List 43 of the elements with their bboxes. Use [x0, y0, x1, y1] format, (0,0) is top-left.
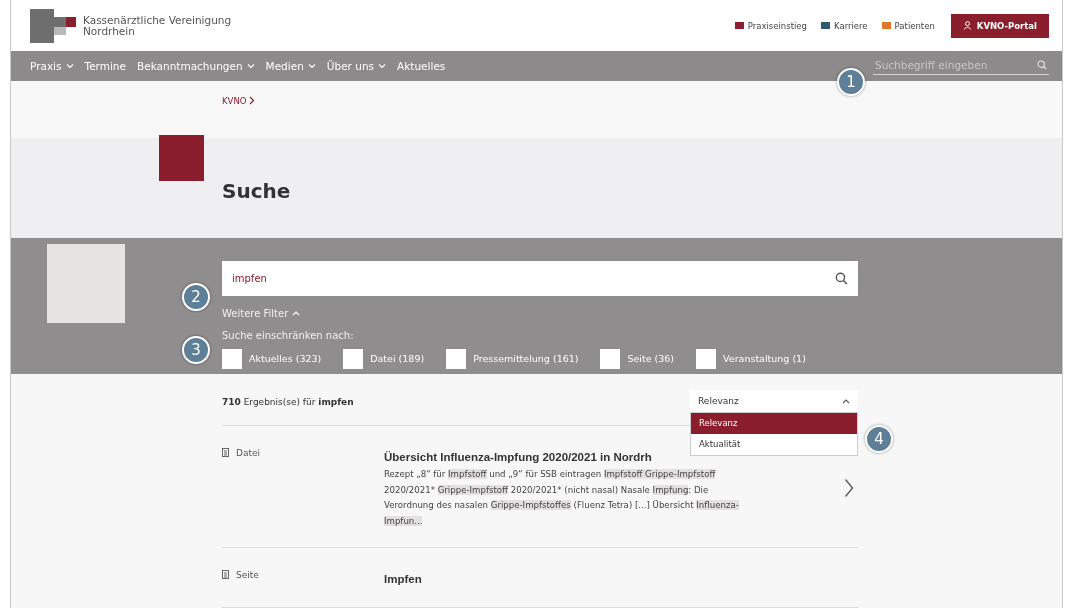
- search-icon: [1037, 60, 1047, 71]
- checkbox[interactable]: [343, 348, 364, 369]
- logo-text: Kassenärztliche Vereinigung: [83, 14, 232, 26]
- chevron-up-icon: [292, 310, 301, 317]
- header-link[interactable]: Praxiseinstieg: [734, 20, 807, 31]
- document-icon: [222, 570, 229, 579]
- checkbox[interactable]: [600, 348, 621, 369]
- sort-dropdown[interactable]: Relevanz: [690, 390, 858, 412]
- checkbox[interactable]: [222, 348, 242, 369]
- page-title: Suche: [222, 178, 292, 203]
- chevron-down-icon: [246, 63, 255, 70]
- search-icon: [835, 271, 848, 285]
- header-link[interactable]: Patienten: [881, 20, 935, 31]
- checkbox[interactable]: [696, 348, 717, 369]
- chevron-right-icon: [249, 95, 256, 105]
- logo-icon: [30, 8, 76, 43]
- chevron-down-icon: [378, 63, 387, 70]
- checkbox[interactable]: [446, 348, 467, 369]
- chevron-right-icon[interactable]: [844, 477, 854, 498]
- search-field[interactable]: impfen: [222, 260, 858, 296]
- result-excerpt: Rezept „8“ für Impfstoff und „9“ für SSB eintragen Impfstoff Grippe-Impfstoff 2020/2021* Grippe-Impfstoff 2020/2021* (nicht nasal) Nasale Impfung: Die Verordnung des nasalen Grippe-Impfstoffes (Fluenz Tetra) [...] Übersicht Influenza-Impfun...: [384, 468, 740, 528]
- results-summary: 710 Ergebnis(se) für impfen: [222, 397, 354, 407]
- chevron-down-icon: [65, 63, 74, 70]
- dropdown-option[interactable]: Relevanz: [691, 413, 857, 434]
- checkbox-label: Pressemittelung (161): [473, 353, 579, 365]
- result-title[interactable]: Impfen: [384, 573, 422, 585]
- result-title[interactable]: Übersicht Influenza-Impfung 2020/2021 in Nordrh: [384, 451, 652, 463]
- document-icon: [222, 448, 229, 457]
- checkbox-label: Veranstaltung (1): [723, 353, 806, 365]
- filter-label: Suche einschränken nach:: [222, 329, 355, 341]
- chevron-down-icon: [307, 63, 316, 70]
- checkbox-label: Aktuelles (323): [249, 353, 322, 365]
- chevron-up-icon: [842, 398, 850, 404]
- checkbox-label: Seite (36): [627, 353, 675, 365]
- accent-square: [159, 135, 204, 181]
- result-type: Datei: [236, 448, 260, 458]
- breadcrumb-link[interactable]: KVNO: [222, 95, 247, 138]
- result-type: Seite: [236, 570, 259, 580]
- header-link[interactable]: Karriere: [821, 20, 868, 31]
- portal-button[interactable]: KVNO-Portal: [950, 13, 1049, 38]
- logo-text: Nordrhein: [83, 25, 136, 37]
- user-icon: [962, 21, 972, 31]
- checkbox-label: Datei (189): [370, 353, 425, 365]
